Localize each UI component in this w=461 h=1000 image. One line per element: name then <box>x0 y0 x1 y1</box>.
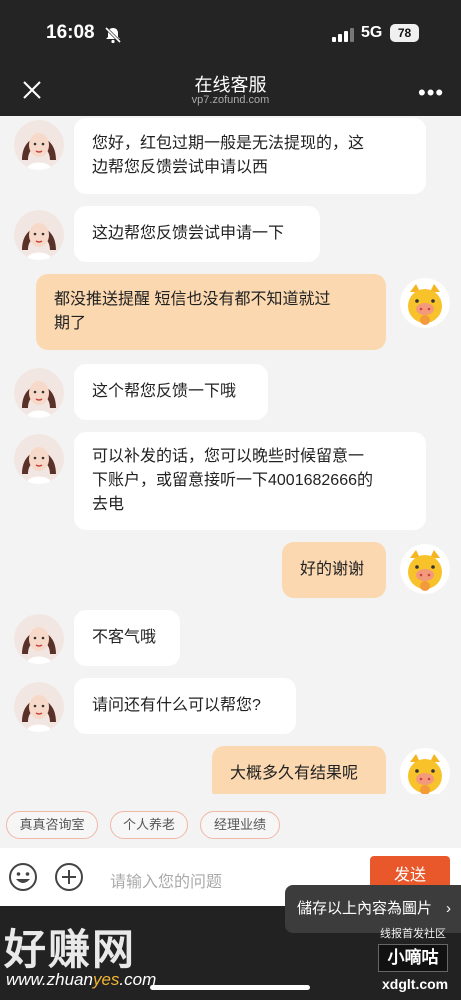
quick-reply-chips: 真真咨询室 个人养老 经理业绩 <box>0 806 461 846</box>
brand-tagline: 线报首发社区 <box>380 928 446 940</box>
agent-message-bubble: 这个帮您反馈一下哦 <box>74 364 268 420</box>
user-avatar <box>400 278 450 328</box>
status-time: 16:08 <box>46 22 95 43</box>
more-options-icon[interactable]: ••• <box>418 80 444 106</box>
chevron-right-icon: › <box>446 900 451 917</box>
nav-bar: 在线客服 vp7.zofund.com ••• <box>0 66 461 116</box>
message-line: 可以补发的话，您可以晚些时候留意一 <box>92 448 365 465</box>
user-message-bubble: 大概多久有结果呢 <box>212 746 386 794</box>
agent-avatar <box>14 368 64 418</box>
agent-avatar <box>14 682 64 732</box>
watermark-logo: 好赚网 <box>4 926 137 973</box>
message-line: 不客气哦 <box>92 629 157 646</box>
message-line: 请问还有什么可以帮您? <box>92 697 261 714</box>
message-line: 期了 <box>54 315 87 332</box>
chip-personal-pension[interactable]: 个人养老 <box>110 811 188 839</box>
question-input[interactable]: 请输入您的问题 <box>110 868 222 892</box>
page-subtitle-domain: vp7.zofund.com <box>191 94 270 106</box>
chat-message-list[interactable]: 您好，红包过期一般是无法提现的，这 边帮您反馈尝试申请以西 这边帮您反馈尝试申请… <box>0 116 461 794</box>
message-line: 这个帮您反馈一下哦 <box>92 383 237 400</box>
message-line: 这边帮您反馈尝试申请一下 <box>92 225 285 242</box>
agent-message-bubble: 可以补发的话，您可以晚些时候留意一 下账户，或留意接听一下4001682666的… <box>74 432 426 530</box>
user-message-bubble: 都没推送提醒 短信也没有都不知道就过 期了 <box>36 274 386 350</box>
message-line: 去电 <box>92 496 125 513</box>
home-indicator[interactable] <box>150 985 310 990</box>
agent-message-bubble: 您好，红包过期一般是无法提现的，这 边帮您反馈尝试申请以西 <box>74 118 426 194</box>
agent-avatar <box>14 434 64 484</box>
agent-avatar <box>14 120 64 170</box>
brand-logo: 小嘀咕 <box>378 944 448 972</box>
message-line: 都没推送提醒 短信也没有都不知道就过 <box>54 291 331 308</box>
status-bar: 16:08 5G 78 <box>0 0 461 66</box>
agent-message-bubble: 请问还有什么可以帮您? <box>74 678 296 734</box>
add-attachment-icon[interactable] <box>54 862 84 892</box>
user-message-bubble: 好的谢谢 <box>282 542 386 598</box>
message-line: 好的谢谢 <box>300 561 365 578</box>
agent-avatar <box>14 210 64 260</box>
message-line: 大概多久有结果呢 <box>230 765 359 782</box>
agent-avatar <box>14 614 64 664</box>
chip-manager-performance[interactable]: 经理业绩 <box>200 811 280 839</box>
agent-message-bubble: 这边帮您反馈尝试申请一下 <box>74 206 320 262</box>
agent-message-bubble: 不客气哦 <box>74 610 180 666</box>
user-avatar <box>400 544 450 594</box>
chip-zhenzhen-consult[interactable]: 真真咨询室 <box>6 811 98 839</box>
user-avatar <box>400 748 450 794</box>
message-line: 下账户，或留意接听一下4001682666的 <box>92 472 373 489</box>
emoji-icon[interactable] <box>8 862 38 892</box>
battery-level: 78 <box>390 24 419 42</box>
message-line: 您好，红包过期一般是无法提现的，这 <box>92 135 365 152</box>
message-line: 边帮您反馈尝试申请以西 <box>92 159 269 176</box>
network-type: 5G <box>361 24 383 41</box>
save-tooltip-label: 儲存以上內容為圖片 <box>297 900 433 917</box>
brand-url: xdglt.com <box>382 976 449 992</box>
cellular-signal-icon <box>332 28 354 42</box>
watermark-url: www.zhuanyes.com <box>6 970 157 989</box>
mute-bell-icon <box>104 26 122 44</box>
